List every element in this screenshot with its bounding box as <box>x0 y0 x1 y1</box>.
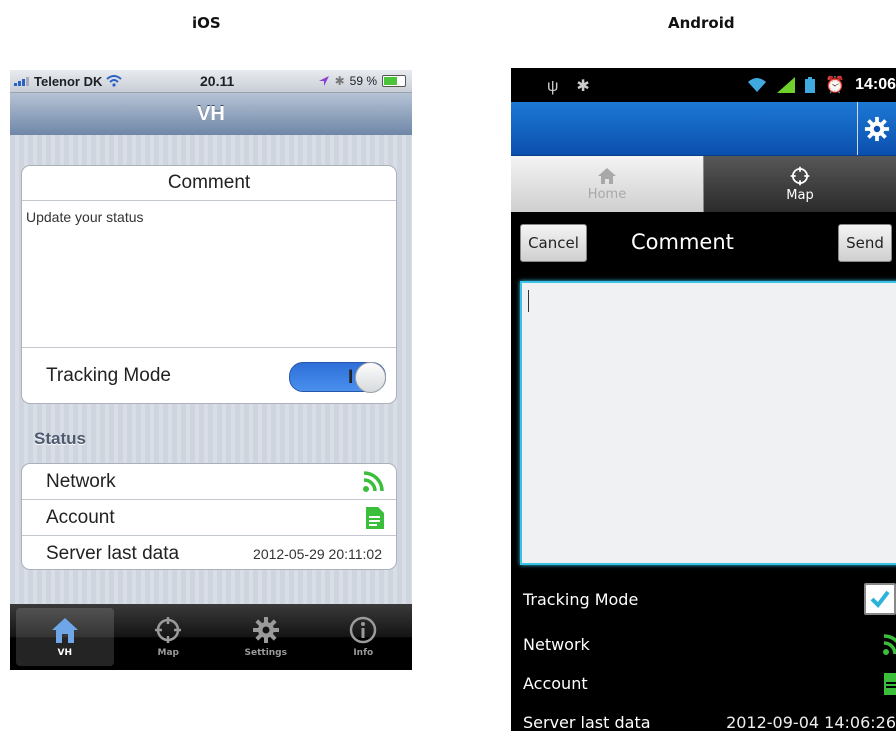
wifi-icon <box>106 75 123 87</box>
tab-vh-label: VH <box>57 648 73 658</box>
tab-map[interactable]: Map <box>704 156 896 212</box>
signal-icon <box>14 76 30 86</box>
carrier: Telenor DK <box>14 73 123 89</box>
tab-home-label: Home <box>587 186 627 202</box>
tab-settings-label: Settings <box>244 648 287 658</box>
android-tabs: Home Map <box>511 156 896 212</box>
carrier-name: Telenor DK <box>34 73 103 89</box>
status-right: ✱ 59 % <box>318 74 406 88</box>
status-section-title: Status <box>34 429 86 448</box>
account-label: Account <box>523 674 588 693</box>
tab-home[interactable]: Home <box>511 156 704 212</box>
gear-icon <box>864 116 890 141</box>
server-last-data-label: Server last data <box>523 713 651 731</box>
tab-map-label: Map <box>786 187 814 203</box>
network-row: Network <box>511 625 896 664</box>
cancel-button[interactable]: Cancel <box>520 224 587 262</box>
battery-icon <box>382 75 406 87</box>
ios-content: Comment Update your status Tracking Mode… <box>10 135 412 604</box>
network-feed-icon <box>363 470 384 492</box>
server-last-data-row: Server last data 2012-09-04 14:06:26 <box>511 703 896 731</box>
server-last-data-value: 2012-09-04 14:06:26 <box>726 713 896 731</box>
ios-tab-bar: VH Map Settings Info <box>10 604 412 670</box>
comment-action-row: Cancel Comment Send <box>511 212 896 272</box>
switch-on-text: I <box>348 367 354 388</box>
server-last-data-row: Server last data 2012-05-29 20:11:02 <box>22 536 396 571</box>
page-title: VH <box>197 102 225 125</box>
home-icon <box>598 167 616 184</box>
tab-info[interactable]: Info <box>315 604 413 670</box>
comment-title: Comment <box>631 230 734 254</box>
status-time: 20.11 <box>200 73 235 89</box>
home-icon <box>51 618 78 643</box>
status-card: Network Account Server last data 2012-05… <box>21 463 397 570</box>
bluetooth-icon: ✱ <box>334 74 345 88</box>
account-document-icon <box>884 672 896 695</box>
network-label: Network <box>523 635 590 654</box>
tab-map[interactable]: Map <box>120 604 218 670</box>
ios-screen: Telenor DK 20.11 ✱ 59 % VH Comment Updat… <box>10 70 412 670</box>
android-screen: ψ✱ ⏰ 14:06 Home Map Cancel Comment Send <box>511 68 896 731</box>
gear-icon <box>252 617 279 643</box>
info-icon <box>350 616 377 644</box>
tab-settings[interactable]: Settings <box>217 604 315 670</box>
tracking-mode-label: Tracking Mode <box>46 364 171 386</box>
network-row: Network <box>22 464 396 500</box>
comment-input[interactable] <box>520 281 896 565</box>
location-icon <box>318 76 329 86</box>
account-label: Account <box>46 506 115 528</box>
tracking-mode-row: Tracking Mode <box>511 573 896 625</box>
tab-info-label: Info <box>353 648 374 658</box>
android-status-right: ⏰ 14:06 <box>747 75 896 95</box>
ios-status-bar: Telenor DK 20.11 ✱ 59 % <box>10 70 412 93</box>
tracking-mode-label: Tracking Mode <box>523 589 639 609</box>
android-status-time: 14:06 <box>855 76 896 93</box>
ios-nav-bar: VH <box>10 93 412 136</box>
ios-heading: iOS <box>192 14 221 32</box>
android-status-rows: Tracking Mode Network Account Server las… <box>511 573 896 731</box>
battery-icon <box>805 77 816 93</box>
android-action-bar <box>511 102 896 156</box>
tracking-mode-checkbox[interactable] <box>864 583 896 615</box>
signal-icon <box>777 77 796 93</box>
settings-button[interactable] <box>857 102 896 155</box>
text-cursor <box>528 290 529 312</box>
usb-debug-icons: ψ✱ <box>547 78 608 95</box>
tracking-mode-switch[interactable]: I <box>289 362 386 393</box>
crosshair-icon <box>155 617 182 643</box>
wifi-icon <box>748 78 767 92</box>
send-button[interactable]: Send <box>838 224 892 262</box>
tracking-mode-row: Tracking Mode I <box>22 347 396 403</box>
crosshair-icon <box>790 166 810 185</box>
tab-vh[interactable]: VH <box>16 608 114 666</box>
tab-map-label: Map <box>157 648 179 658</box>
comment-text-area[interactable]: Update your status <box>22 201 396 349</box>
android-status-bar: ψ✱ ⏰ 14:06 <box>511 68 896 102</box>
comment-header: Comment <box>22 166 396 201</box>
checkmark-icon <box>870 590 890 608</box>
account-row: Account <box>22 500 396 536</box>
server-last-data-value: 2012-05-29 20:11:02 <box>253 545 382 562</box>
account-document-icon <box>366 506 384 529</box>
network-label: Network <box>46 470 116 492</box>
server-last-data-label: Server last data <box>46 542 180 564</box>
network-feed-icon <box>883 633 896 655</box>
alarm-icon: ⏰ <box>825 77 846 94</box>
switch-knob <box>355 362 386 393</box>
android-heading: Android <box>668 14 735 32</box>
comment-card: Comment Update your status Tracking Mode… <box>21 165 397 404</box>
account-row: Account <box>511 664 896 703</box>
battery-percent: 59 % <box>349 74 377 88</box>
